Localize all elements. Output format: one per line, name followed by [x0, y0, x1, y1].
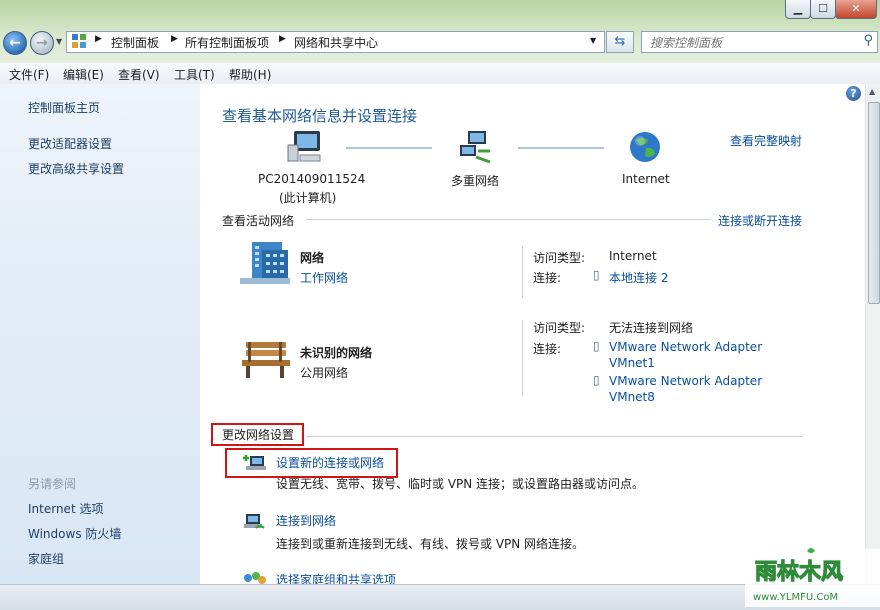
setup-new-connection-link[interactable]: 设置新的连接或网络: [276, 454, 384, 471]
network-divider: [522, 320, 523, 396]
multiple-networks-icon: [456, 129, 494, 165]
internet-globe-icon: [628, 130, 662, 164]
sidebar-link-control-panel-home[interactable]: 控制面板主页: [28, 99, 100, 116]
network-type: 公用网络: [300, 364, 348, 381]
ylmf-watermark-logo: 雨林木风 www.YLMFU.CoM: [745, 545, 880, 607]
vertical-scrollbar[interactable]: ▲: [865, 84, 880, 584]
search-icon[interactable]: ⚲: [863, 33, 873, 48]
address-dropdown-icon[interactable]: ▼: [590, 36, 596, 45]
breadcrumb-item[interactable]: 控制面板: [111, 34, 159, 51]
breadcrumb-separator-icon: ▶: [95, 34, 102, 44]
svg-text:www.YLMFU.CoM: www.YLMFU.CoM: [753, 592, 838, 603]
network-divider: [522, 246, 523, 298]
homegroup-sharing-link[interactable]: 选择家庭组和共享选项: [276, 571, 396, 584]
menu-help[interactable]: 帮助(H): [229, 66, 271, 83]
address-bar[interactable]: ▶ 控制面板 ▶ 所有控制面板项 ▶ 网络和共享中心 ▼: [66, 31, 605, 53]
internet-label: Internet: [622, 172, 670, 186]
refresh-icon: ⇆: [615, 34, 626, 49]
task-description: 连接到或重新连接到无线、有线、拨号或 VPN 网络连接。: [276, 535, 584, 552]
network-name: 未识别的网络: [300, 344, 372, 361]
network-type-link[interactable]: 工作网络: [300, 269, 348, 286]
scroll-up-icon[interactable]: ▲: [869, 87, 875, 96]
minimize-button[interactable]: ▁: [785, 0, 811, 19]
connection-link[interactable]: VMware Network Adapter: [609, 340, 762, 354]
menu-file[interactable]: 文件(F): [9, 66, 49, 83]
work-network-building-icon: [238, 240, 292, 286]
sidebar-link-adapter-settings[interactable]: 更改适配器设置: [28, 135, 112, 152]
breadcrumb-item[interactable]: 所有控制面板项: [185, 34, 269, 51]
maximize-button[interactable]: ☐: [810, 0, 836, 19]
page-title: 查看基本网络信息并设置连接: [222, 105, 417, 126]
menu-tools[interactable]: 工具(T): [174, 66, 215, 83]
connection-link-line2[interactable]: VMnet8: [609, 390, 655, 404]
computer-subtitle: (此计算机): [279, 189, 336, 206]
back-arrow-icon: ←: [9, 35, 21, 51]
section-divider: [306, 219, 711, 220]
forward-button[interactable]: →: [30, 31, 54, 55]
map-connector-line: [346, 147, 432, 149]
connect-to-network-icon: [242, 512, 266, 532]
computer-icon: [286, 129, 324, 165]
close-button[interactable]: ✕: [835, 0, 877, 19]
active-networks-heading: 查看活动网络: [222, 212, 294, 229]
menu-view[interactable]: 查看(V): [118, 66, 160, 83]
svg-text:雨林木风: 雨林木风: [755, 560, 843, 585]
breadcrumb-item[interactable]: 网络和共享中心: [294, 34, 378, 51]
map-connector-line: [518, 147, 604, 149]
access-type-value: 无法连接到网络: [609, 319, 693, 336]
task-description: 设置无线、宽带、拨号、临时或 VPN 连接；或设置路由器或访问点。: [276, 475, 644, 492]
sidebar-link-firewall[interactable]: Windows 防火墙: [28, 525, 121, 542]
connection-link-line2[interactable]: VMnet1: [609, 356, 655, 370]
sidebar-link-homegroup[interactable]: 家庭组: [28, 550, 64, 567]
control-panel-icon: [72, 34, 86, 48]
full-map-link[interactable]: 查看完整映射: [730, 132, 802, 149]
scroll-thumb[interactable]: [868, 102, 880, 304]
access-type-value: Internet: [609, 249, 657, 263]
forward-arrow-icon: →: [36, 35, 48, 51]
multiple-networks-label: 多重网络: [451, 172, 499, 189]
new-connection-icon: [242, 452, 266, 472]
sidebar-link-advanced-sharing[interactable]: 更改高级共享设置: [28, 160, 124, 177]
network-adapter-icon: ▯: [593, 339, 600, 353]
network-adapter-icon: ▯: [593, 373, 600, 387]
search-box[interactable]: ⚲: [641, 31, 878, 53]
connections-label: 连接:: [533, 269, 561, 286]
connection-link[interactable]: VMware Network Adapter: [609, 374, 762, 388]
network-name: 网络: [300, 249, 324, 266]
section-divider: [306, 436, 802, 437]
breadcrumb-separator-icon: ▶: [171, 34, 178, 44]
access-type-label: 访问类型:: [533, 249, 585, 266]
menu-edit[interactable]: 编辑(E): [63, 66, 104, 83]
recent-pages-chevron-icon[interactable]: ▼: [56, 37, 62, 46]
breadcrumb-separator-icon: ▶: [279, 34, 286, 44]
change-settings-heading: 更改网络设置: [222, 426, 294, 443]
public-network-bench-icon: [238, 336, 292, 382]
sidebar-link-internet-options[interactable]: Internet 选项: [28, 500, 103, 517]
computer-name: PC201409011524: [258, 172, 358, 186]
refresh-button[interactable]: ⇆: [606, 31, 634, 53]
network-adapter-icon: ▯: [593, 268, 600, 282]
connect-disconnect-link[interactable]: 连接或断开连接: [718, 212, 802, 229]
connection-link[interactable]: 本地连接 2: [609, 269, 668, 286]
back-button[interactable]: ←: [3, 31, 27, 55]
search-input[interactable]: [648, 33, 852, 53]
see-also-heading: 另请参阅: [28, 475, 76, 492]
connections-label: 连接:: [533, 340, 561, 357]
access-type-label: 访问类型:: [533, 319, 585, 336]
menu-bar: 文件(F) 编辑(E) 查看(V) 工具(T) 帮助(H): [0, 63, 880, 85]
help-icon[interactable]: ?: [846, 86, 861, 101]
homegroup-icon: [242, 570, 266, 584]
connect-to-network-link[interactable]: 连接到网络: [276, 512, 336, 529]
